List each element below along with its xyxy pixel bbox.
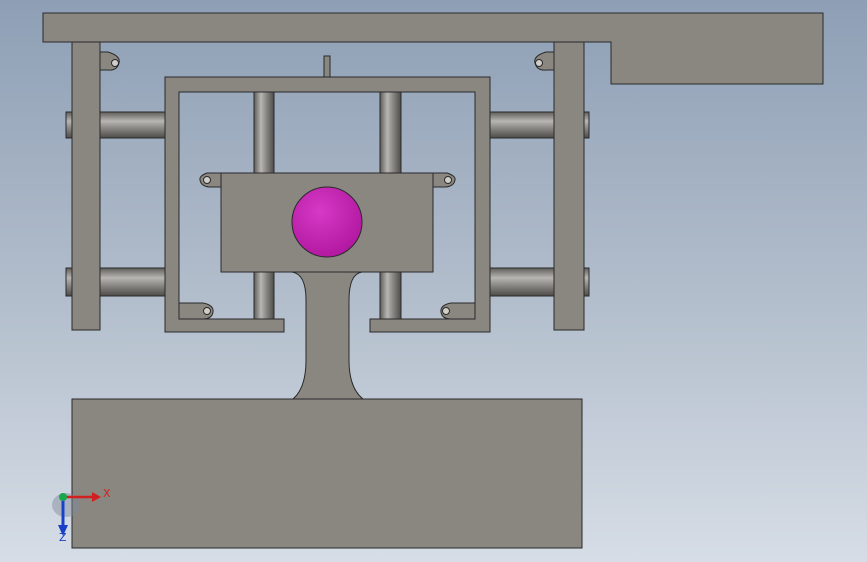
right-frame-column (553, 41, 585, 331)
pin-hole (111, 59, 119, 67)
payload-ball (291, 186, 363, 258)
x-axis-label: X (103, 487, 111, 500)
left-frame-column (71, 41, 101, 331)
pin-hole (203, 307, 211, 315)
base-block (71, 398, 583, 549)
z-axis-label: Z (59, 531, 67, 544)
cad-model: X Z (42, 12, 824, 549)
pin-hole (203, 176, 211, 184)
origin-point (59, 493, 67, 501)
support-pedestal (291, 271, 365, 400)
top-plate (42, 12, 824, 85)
pin-hole (444, 176, 452, 184)
top-center-pin (323, 55, 331, 78)
cad-viewport[interactable]: X Z (0, 0, 867, 562)
pin-hole (442, 307, 450, 315)
pin-hole (535, 59, 543, 67)
